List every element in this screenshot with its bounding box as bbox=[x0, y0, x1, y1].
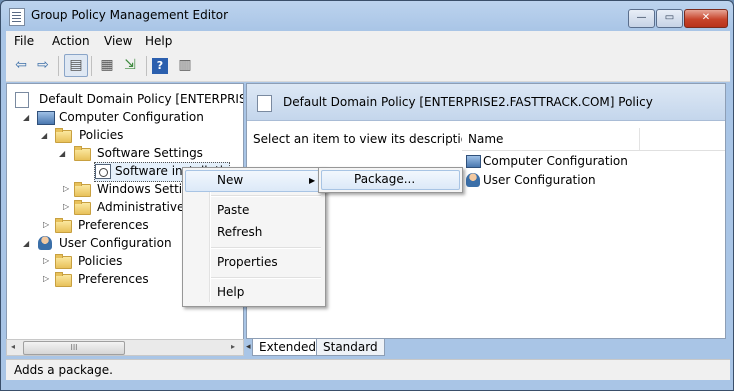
folder-icon bbox=[74, 200, 91, 215]
folder-icon bbox=[55, 254, 72, 269]
tree-node-label: Computer Configuration bbox=[59, 110, 204, 124]
menu-bar: File Action View Help bbox=[6, 31, 730, 51]
menu-file[interactable]: File bbox=[14, 34, 34, 48]
menu-item-refresh[interactable]: Refresh bbox=[217, 222, 262, 242]
show-action-pane-icon[interactable]: ▥ bbox=[174, 55, 196, 76]
status-text: Adds a package. bbox=[14, 363, 113, 377]
menu-help[interactable]: Help bbox=[145, 34, 172, 48]
scroll-right-icon[interactable]: ▸ bbox=[231, 342, 235, 351]
tab-extended[interactable]: Extended bbox=[252, 339, 323, 356]
toolbar: ⇦ ⇨ ▤ ▦ ⇲ ? ▥ bbox=[6, 51, 730, 82]
tab-standard[interactable]: Standard bbox=[316, 339, 385, 356]
folder-icon bbox=[55, 272, 72, 287]
properties-icon[interactable]: ▦ bbox=[96, 55, 118, 76]
collapse-arrow-icon[interactable]: ▷ bbox=[43, 257, 51, 265]
software-installation-icon bbox=[95, 164, 111, 179]
list-item-label: Computer Configuration bbox=[483, 154, 628, 168]
export-list-icon[interactable]: ⇲ bbox=[119, 55, 141, 76]
details-header: Default Domain Policy [ENTERPRISE2.FASTT… bbox=[247, 84, 725, 121]
show-hide-tree-icon[interactable]: ▤ bbox=[64, 54, 88, 77]
scrollbar-thumb[interactable]: III bbox=[23, 341, 125, 355]
description-text: Select an item to view its description. bbox=[253, 132, 480, 146]
collapse-arrow-icon[interactable]: ▷ bbox=[43, 275, 51, 283]
menu-separator bbox=[211, 277, 321, 279]
menu-item-new[interactable]: New bbox=[217, 170, 243, 190]
column-name-header[interactable]: Name bbox=[468, 132, 503, 146]
view-tabs: ◂ Extended Standard bbox=[246, 339, 726, 357]
tree-node-label: Preferences bbox=[78, 218, 149, 232]
menu-separator bbox=[211, 247, 321, 249]
tree-node-label: Software Settings bbox=[97, 146, 203, 160]
users-icon bbox=[466, 173, 480, 187]
tree-node-label: Policies bbox=[79, 128, 124, 142]
policy-document-icon bbox=[257, 95, 272, 112]
menu-action[interactable]: Action bbox=[52, 34, 90, 48]
menu-item-package[interactable]: Package... bbox=[354, 169, 415, 189]
tab-scroll-left-icon[interactable]: ◂ bbox=[246, 342, 251, 352]
menu-item-help[interactable]: Help bbox=[217, 282, 244, 302]
maximize-button[interactable]: ▭ bbox=[656, 9, 683, 28]
computer-icon bbox=[466, 155, 481, 168]
expand-arrow-icon[interactable]: ◢ bbox=[59, 150, 67, 158]
scroll-left-icon[interactable]: ◂ bbox=[11, 342, 15, 351]
folder-icon bbox=[55, 218, 72, 233]
help-icon[interactable]: ? bbox=[152, 58, 168, 74]
collapse-arrow-icon[interactable]: ▷ bbox=[63, 185, 71, 193]
tree-horizontal-scrollbar[interactable]: ◂ III ▸ bbox=[6, 339, 244, 356]
folder-icon bbox=[55, 128, 72, 143]
forward-icon[interactable]: ⇨ bbox=[32, 55, 54, 76]
status-bar: Adds a package. bbox=[6, 359, 730, 380]
menu-view[interactable]: View bbox=[104, 34, 132, 48]
close-button[interactable]: ✕ bbox=[684, 9, 728, 28]
tree-node-label: Default Domain Policy [ENTERPRISE2.F bbox=[39, 92, 243, 106]
menu-item-paste[interactable]: Paste bbox=[217, 200, 249, 220]
toolbar-separator bbox=[91, 56, 92, 76]
title-bar[interactable]: Group Policy Management Editor — ▭ ✕ bbox=[1, 1, 733, 31]
users-icon bbox=[38, 236, 52, 250]
collapse-arrow-icon[interactable]: ▷ bbox=[63, 203, 71, 211]
tree-node-label: Administrative T bbox=[97, 200, 196, 214]
expand-arrow-icon[interactable]: ◢ bbox=[23, 240, 31, 248]
submenu-arrow-icon: ▶ bbox=[309, 176, 316, 185]
expand-arrow-icon[interactable]: ◢ bbox=[41, 132, 49, 140]
policy-editor-icon bbox=[9, 8, 25, 26]
details-title: Default Domain Policy [ENTERPRISE2.FASTT… bbox=[283, 95, 653, 109]
window-title: Group Policy Management Editor bbox=[31, 8, 229, 22]
tree-node-label: User Configuration bbox=[59, 236, 172, 250]
policy-document-icon bbox=[15, 92, 29, 108]
menu-highlight bbox=[185, 170, 323, 192]
menu-separator bbox=[211, 195, 321, 197]
menu-item-properties[interactable]: Properties bbox=[217, 252, 278, 272]
app-window: Group Policy Management Editor — ▭ ✕ Fil… bbox=[0, 0, 734, 391]
computer-icon bbox=[37, 111, 55, 125]
folder-icon bbox=[74, 146, 91, 161]
collapse-arrow-icon[interactable]: ▷ bbox=[43, 221, 51, 229]
toolbar-separator bbox=[58, 56, 59, 76]
tree-node-label: Preferences bbox=[78, 272, 149, 286]
minimize-button[interactable]: — bbox=[628, 9, 655, 28]
back-icon[interactable]: ⇦ bbox=[10, 55, 32, 76]
list-item-label: User Configuration bbox=[483, 173, 596, 187]
tree-node-label: Policies bbox=[78, 254, 123, 268]
expand-arrow-icon[interactable]: ◢ bbox=[23, 114, 31, 122]
folder-icon bbox=[74, 182, 91, 197]
toolbar-separator bbox=[146, 56, 147, 76]
context-menu: New ▶ Paste Refresh Properties Help bbox=[182, 167, 326, 307]
column-divider[interactable] bbox=[639, 128, 640, 150]
list-column-header: Name bbox=[462, 128, 725, 151]
new-submenu: Package... bbox=[318, 167, 463, 193]
